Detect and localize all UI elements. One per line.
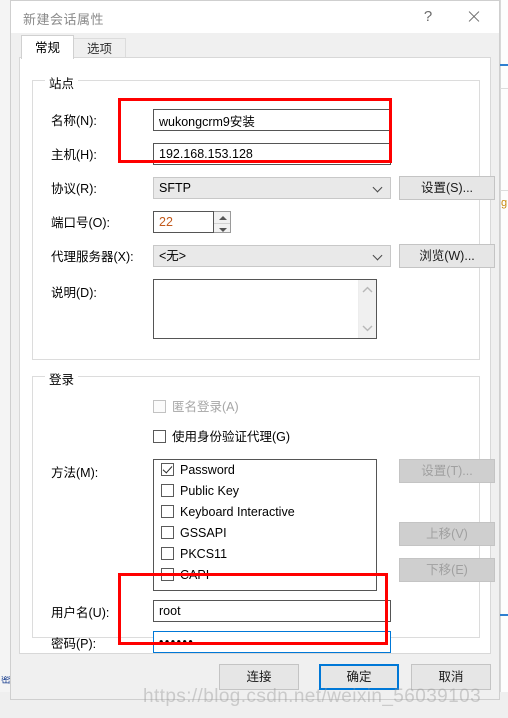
checkbox-icon [153, 430, 166, 443]
proxy-label: 代理服务器(X): [51, 250, 134, 264]
method-item-keyboard-interactive[interactable]: Keyboard Interactive [154, 502, 376, 523]
dialog-titlebar: 新建会话属性 ? [11, 1, 499, 33]
host-label: 主机(H): [51, 148, 97, 162]
port-stepper[interactable] [153, 211, 231, 233]
method-label-capi: CAPI [180, 568, 210, 582]
proxy-browse-button[interactable]: 浏览(W)... [399, 244, 495, 268]
username-label: 用户名(U): [51, 606, 110, 620]
tabpage-general: 站点 名称(N): 主机(H): 协议(R): SFTP 设置(S)... 端口… [19, 57, 495, 654]
method-label-gssapi: GSSAPI [180, 526, 227, 540]
login-group: 登录 匿名登录(A) 使用身份验证代理(G) 方法(M): Password P… [32, 369, 495, 653]
background-divider-2 [500, 190, 508, 191]
method-item-pkcs11[interactable]: PKCS11 [154, 544, 376, 565]
auth-method-list[interactable]: Password Public Key Keyboard Interactive… [153, 459, 377, 591]
background-divider-1 [500, 88, 508, 89]
method-label: 方法(M): [51, 466, 99, 480]
method-settings-button: 设置(T)... [399, 459, 495, 483]
method-item-password[interactable]: Password [154, 460, 376, 481]
tab-general[interactable]: 常规 [21, 35, 75, 59]
port-label: 端口号(O): [51, 216, 111, 230]
spin-down-icon[interactable] [214, 223, 230, 235]
background-accent-line-bottom [500, 614, 508, 616]
description-scrollbar[interactable] [358, 280, 376, 338]
connect-button[interactable]: 连接 [219, 664, 299, 690]
background-accent-line-top [500, 64, 508, 66]
name-label: 名称(N): [51, 114, 97, 128]
tab-options[interactable]: 选项 [73, 38, 127, 59]
move-up-button: 上移(V) [399, 522, 495, 546]
checkbox-icon [161, 484, 174, 497]
host-input[interactable] [153, 143, 391, 165]
site-group-title: 站点 [45, 73, 79, 92]
protocol-settings-button[interactable]: 设置(S)... [399, 176, 495, 200]
auth-agent-label: 使用身份验证代理(G) [172, 430, 291, 444]
method-label-public-key: Public Key [180, 484, 240, 498]
protocol-label: 协议(R): [51, 182, 97, 196]
method-item-capi[interactable]: CAPI [154, 565, 376, 586]
password-label: 密码(P): [51, 637, 97, 651]
checkbox-icon [161, 505, 174, 518]
checkbox-icon [161, 547, 174, 560]
proxy-value: <无> [159, 249, 187, 263]
method-label-keyboard-interactive: Keyboard Interactive [180, 505, 295, 519]
scroll-down-icon[interactable] [362, 324, 373, 332]
chevron-down-icon [374, 251, 383, 260]
checkbox-icon [161, 526, 174, 539]
dialog-footer: 连接 确定 取消 [11, 654, 499, 699]
port-input[interactable] [153, 211, 214, 233]
ok-button[interactable]: 确定 [319, 664, 399, 690]
close-icon [467, 10, 481, 24]
description-label: 说明(D): [51, 286, 97, 300]
port-spin-buttons[interactable] [214, 211, 231, 233]
login-group-title: 登录 [45, 369, 79, 388]
scroll-up-icon[interactable] [362, 286, 373, 294]
checkbox-icon [161, 568, 174, 581]
dialog-title: 新建会话属性 [23, 12, 105, 27]
auth-agent-checkbox[interactable]: 使用身份验证代理(G) [153, 429, 290, 445]
checkbox-icon [153, 400, 166, 413]
cancel-button[interactable]: 取消 [411, 664, 491, 690]
password-input[interactable] [153, 631, 391, 653]
description-textarea[interactable] [153, 279, 377, 339]
method-label-password: Password [180, 463, 235, 477]
site-group: 站点 名称(N): 主机(H): 协议(R): SFTP 设置(S)... 端口… [32, 73, 495, 360]
new-session-properties-dialog: 新建会话属性 ? 常规 选项 站点 名称(N): 主机(H): 协议(R): S… [10, 0, 500, 700]
anonymous-login-label: 匿名登录(A) [172, 400, 239, 414]
help-button[interactable]: ? [407, 1, 449, 32]
protocol-combobox[interactable]: SFTP [153, 177, 391, 199]
method-label-pkcs11: PKCS11 [180, 547, 228, 561]
username-input[interactable] [153, 600, 391, 622]
chevron-down-icon [374, 183, 383, 192]
anonymous-login-checkbox: 匿名登录(A) [153, 399, 239, 415]
checkbox-icon [161, 463, 174, 476]
background-right-panel [500, 0, 508, 718]
spin-up-icon[interactable] [214, 212, 230, 223]
background-glyph-right: g [501, 198, 508, 209]
protocol-value: SFTP [159, 181, 191, 195]
close-button[interactable] [453, 1, 495, 32]
name-input[interactable] [153, 109, 391, 131]
tabstrip: 常规 选项 [11, 33, 499, 59]
method-item-gssapi[interactable]: GSSAPI [154, 523, 376, 544]
method-item-public-key[interactable]: Public Key [154, 481, 376, 502]
proxy-combobox[interactable]: <无> [153, 245, 391, 267]
move-down-button: 下移(E) [399, 558, 495, 582]
